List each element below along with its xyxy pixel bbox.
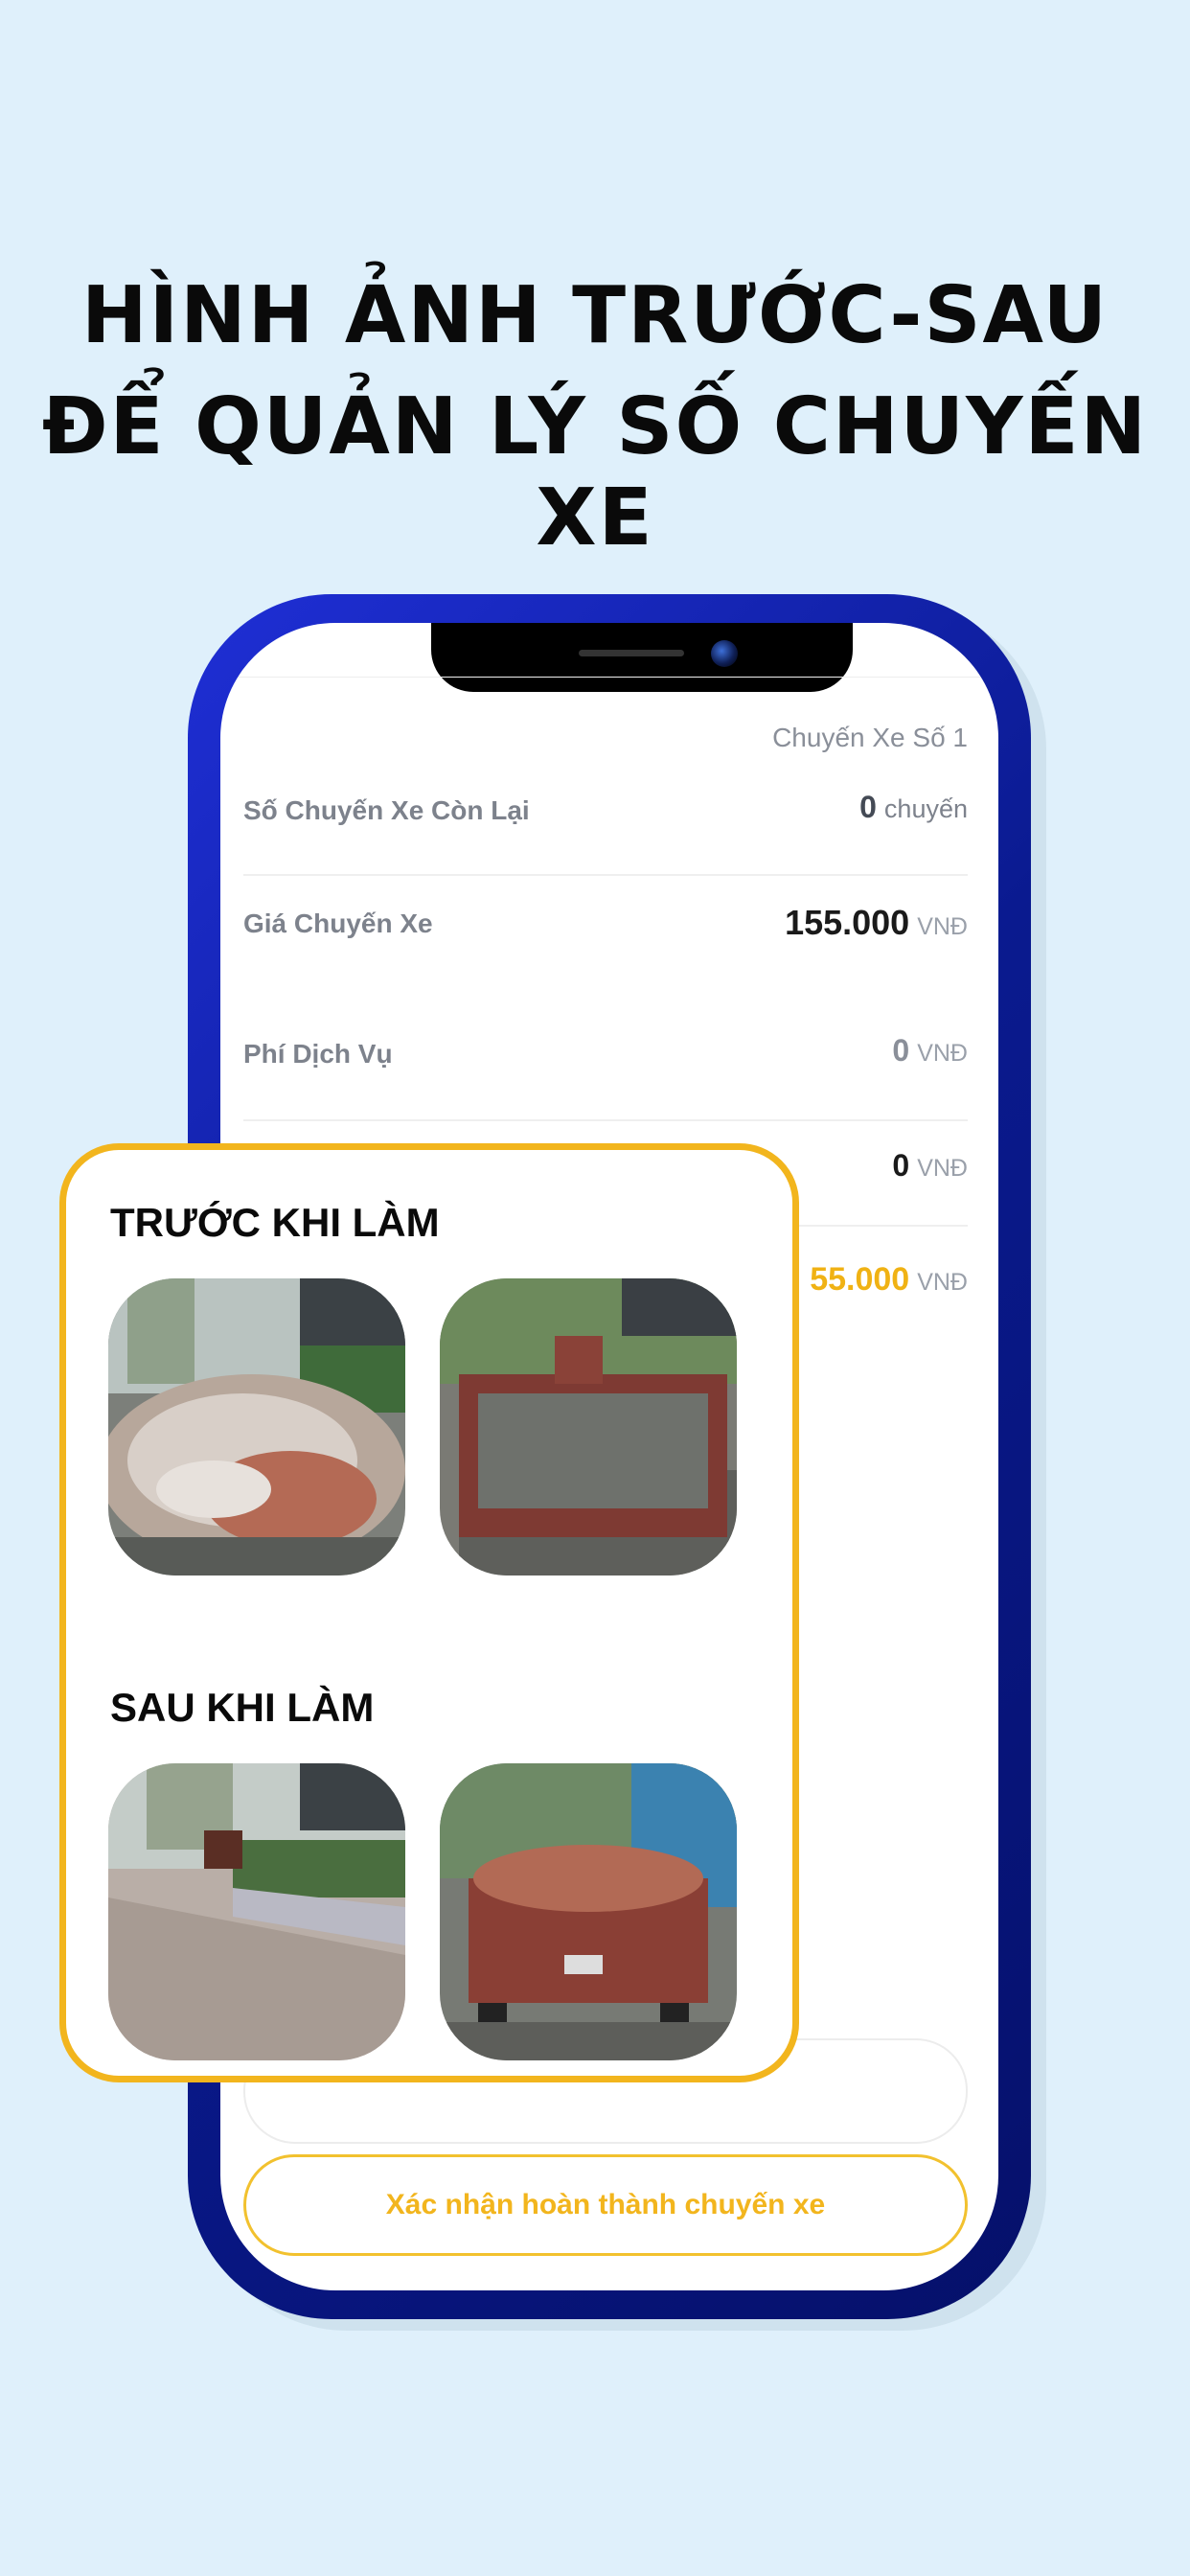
row-divider [243, 874, 968, 876]
before-photo-debris [108, 1278, 405, 1576]
before-photo-truck [440, 1278, 737, 1576]
headline-line-1: HÌNH ẢNH TRƯỚC-SAU [80, 270, 1110, 361]
after-photo-loaded-truck [440, 1763, 737, 2060]
after-title: SAU KHI LÀM [110, 1685, 375, 1730]
remaining-trips-label: Số Chuyến Xe Còn Lại [243, 795, 530, 825]
trip-price-row: Giá Chuyến Xe 155.000 VNĐ [243, 897, 968, 954]
trip-price-unit: VNĐ [917, 913, 968, 940]
header-divider [220, 677, 998, 678]
total-unit: VNĐ [917, 1269, 968, 1296]
service-fee-label: Phí Dịch Vụ [243, 1039, 393, 1069]
total-value: 55.000 [810, 1261, 910, 1298]
trip-price-label: Giá Chuyến Xe [243, 908, 433, 938]
extra-fee-unit: VNĐ [917, 1155, 968, 1182]
speaker-icon [579, 650, 684, 656]
row-divider [243, 1119, 968, 1121]
remaining-trips-unit: chuyến [883, 794, 968, 823]
service-fee-unit: VNĐ [917, 1040, 968, 1067]
notch [431, 623, 853, 692]
remaining-trips-value: 0 [859, 790, 877, 824]
confirm-trip-button[interactable]: Xác nhận hoàn thành chuyến xe [243, 2154, 968, 2256]
before-after-card: TRƯỚC KHI LÀM SAU KHI LÀM [59, 1143, 799, 2082]
extra-fee-value: 0 [892, 1148, 910, 1183]
after-photo-clean-floor [108, 1763, 405, 2060]
camera-icon [711, 640, 738, 667]
service-fee-row: Phí Dịch Vụ 0 VNĐ [243, 1027, 968, 1085]
before-title: TRƯỚC KHI LÀM [110, 1200, 440, 1245]
remaining-trips-row: Số Chuyến Xe Còn Lại 0 chuyến [243, 784, 968, 841]
headline-line-2: ĐỂ QUẢN LÝ SỐ CHUYẾN XE [41, 381, 1149, 564]
trip-price-value: 155.000 [785, 903, 910, 942]
service-fee-value: 0 [892, 1033, 910, 1068]
trip-number: Chuyến Xe Số 1 [772, 723, 968, 752]
